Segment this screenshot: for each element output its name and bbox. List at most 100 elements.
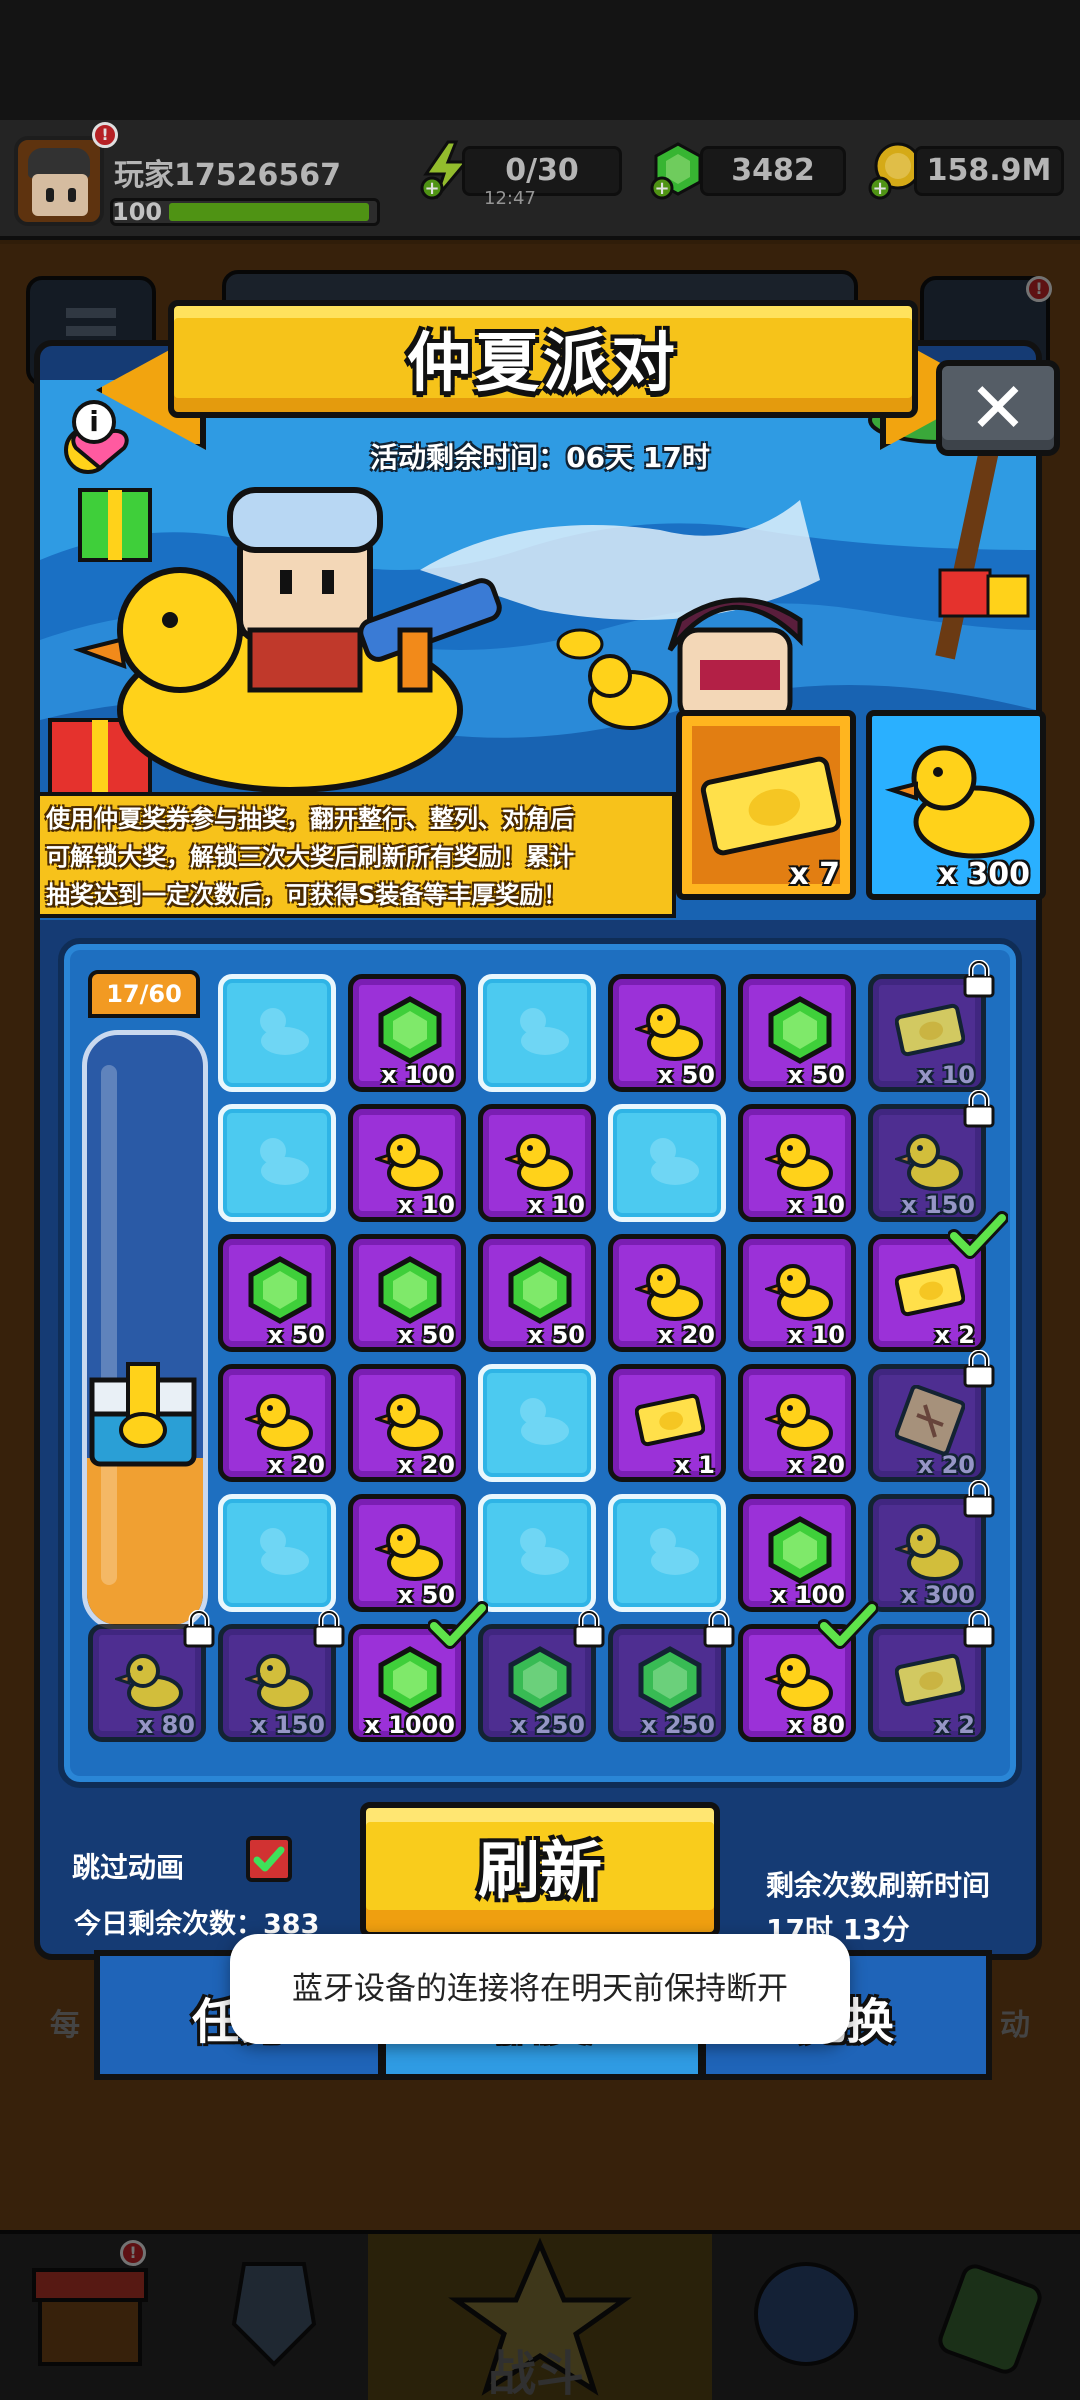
lock-icon	[962, 1349, 996, 1388]
duck-icon	[245, 1654, 313, 1711]
system-toast: 蓝牙设备的连接将在明天前保持断开	[230, 1934, 850, 2044]
grid-cell-1-4[interactable]: x 10	[738, 1104, 856, 1222]
cell-quantity: x 10	[397, 1191, 455, 1219]
grid-cell-2-2[interactable]: x 50	[478, 1234, 596, 1352]
grid-cell-0-4[interactable]: x 50	[738, 974, 856, 1092]
cell-quantity: x 100	[381, 1061, 455, 1089]
grid-cell-1-1[interactable]: x 10	[348, 1104, 466, 1222]
lock-icon	[182, 1609, 216, 1648]
refresh-button-label: 刷新	[477, 1834, 602, 1907]
cell-quantity: x 1000	[364, 1711, 455, 1739]
close-button[interactable]: ✕	[936, 360, 1060, 456]
ticket-icon	[895, 1003, 965, 1057]
empty-duck-silhouette-icon	[260, 1138, 309, 1185]
cell-quantity: x 20	[267, 1451, 325, 1479]
empty-duck-silhouette-icon	[520, 1528, 569, 1575]
empty-duck-silhouette-icon	[520, 1398, 569, 1445]
grid-cell-2-3[interactable]: x 20	[608, 1234, 726, 1352]
cell-quantity: x 50	[527, 1321, 585, 1349]
cell-quantity: x 20	[397, 1451, 455, 1479]
cell-quantity: x 50	[267, 1321, 325, 1349]
cell-quantity: x 10	[527, 1191, 585, 1219]
duck-icon	[895, 1524, 963, 1581]
grid-cell-0-1[interactable]: x 100	[348, 974, 466, 1092]
cell-quantity: x 10	[787, 1191, 845, 1219]
duck-icon	[635, 1264, 703, 1321]
cell-quantity: x 250	[511, 1711, 585, 1739]
info-button[interactable]: i	[72, 400, 116, 444]
close-icon: ✕	[968, 367, 1028, 449]
lock-icon	[572, 1609, 606, 1648]
lock-icon	[962, 959, 996, 998]
duck-icon	[765, 1264, 833, 1321]
lock-icon	[962, 1609, 996, 1648]
checkmark-icon	[947, 1210, 1009, 1260]
empty-duck-silhouette-icon	[520, 1008, 569, 1055]
cell-quantity: x 50	[657, 1061, 715, 1089]
daily-label-partial: 每	[50, 2008, 80, 2043]
duck-icon	[375, 1524, 443, 1581]
lock-icon	[962, 1089, 996, 1128]
cell-quantity: x 50	[787, 1061, 845, 1089]
checkmark-icon	[253, 1846, 285, 1872]
event-label-partial: 动	[1000, 2008, 1030, 2043]
skip-animation-checkbox[interactable]	[246, 1836, 292, 1882]
grid-cell-0-0[interactable]	[218, 974, 336, 1092]
draw-progress-tube	[82, 1030, 208, 1630]
grid-cell-2-1[interactable]: x 50	[348, 1234, 466, 1352]
grid-cell-3-3[interactable]: x 1	[608, 1364, 726, 1482]
empty-duck-silhouette-icon	[260, 1528, 309, 1575]
duck-icon	[245, 1394, 313, 1451]
toast-text: 蓝牙设备的连接将在明天前保持断开	[292, 1971, 788, 2007]
grid-cell-3-0[interactable]: x 20	[218, 1364, 336, 1482]
ticket-inventory-card[interactable]: x 7	[676, 710, 856, 900]
ticket-icon	[895, 1263, 965, 1317]
ticket-icon	[700, 756, 842, 856]
lock-icon	[702, 1609, 736, 1648]
grid-cell-3-1[interactable]: x 20	[348, 1364, 466, 1482]
gem-icon	[248, 1256, 312, 1324]
cell-quantity: x 20	[787, 1451, 845, 1479]
grid-cell-2-4[interactable]: x 10	[738, 1234, 856, 1352]
gem-icon	[768, 996, 832, 1064]
refresh-button[interactable]: 刷新	[360, 1802, 720, 1938]
grid-cell-4-3[interactable]	[608, 1494, 726, 1612]
cell-quantity: x 80	[787, 1711, 845, 1739]
gem-icon	[768, 1516, 832, 1584]
grid-cell-4-0[interactable]	[218, 1494, 336, 1612]
duck-icon	[765, 1654, 833, 1711]
grid-cell-3-2[interactable]	[478, 1364, 596, 1482]
cell-quantity: x 1	[674, 1451, 715, 1479]
cell-quantity: x 80	[137, 1711, 195, 1739]
cell-quantity: x 20	[917, 1451, 975, 1479]
duck-icon	[115, 1654, 183, 1711]
grid-cell-3-4[interactable]: x 20	[738, 1364, 856, 1482]
grid-cell-0-2[interactable]	[478, 974, 596, 1092]
draw-progress-label: 17/60	[88, 970, 200, 1018]
grid-cell-1-0[interactable]	[218, 1104, 336, 1222]
gem-icon	[378, 996, 442, 1064]
duck-inventory-card[interactable]: x 300	[866, 710, 1046, 900]
system-status-bar	[0, 0, 1080, 120]
grid-cell-4-1[interactable]: x 50	[348, 1494, 466, 1612]
cell-quantity: x 20	[657, 1321, 715, 1349]
grid-cell-1-2[interactable]: x 10	[478, 1104, 596, 1222]
gem-icon	[378, 1256, 442, 1324]
grid-cell-2-0[interactable]: x 50	[218, 1234, 336, 1352]
skip-animation-label: 跳过动画	[72, 1851, 185, 1884]
ticket-icon	[635, 1393, 705, 1447]
cell-quantity: x 50	[397, 1321, 455, 1349]
progress-chest-icon[interactable]	[88, 1360, 198, 1470]
duck-icon	[375, 1394, 443, 1451]
duck-icon	[375, 1134, 443, 1191]
event-remaining-time: 活动剩余时间：06天 17时	[370, 441, 710, 474]
grid-cell-0-3[interactable]: x 50	[608, 974, 726, 1092]
grid-cell-4-4[interactable]: x 100	[738, 1494, 856, 1612]
cell-quantity: x 300	[901, 1581, 975, 1609]
ticket-icon	[895, 1653, 965, 1707]
grid-cell-1-3[interactable]	[608, 1104, 726, 1222]
cell-quantity: x 150	[251, 1711, 325, 1739]
cell-quantity: x 250	[641, 1711, 715, 1739]
grid-cell-4-2[interactable]	[478, 1494, 596, 1612]
description-line-2: 可解锁大奖，解锁三次大奖后刷新所有奖励！累计	[46, 843, 574, 871]
